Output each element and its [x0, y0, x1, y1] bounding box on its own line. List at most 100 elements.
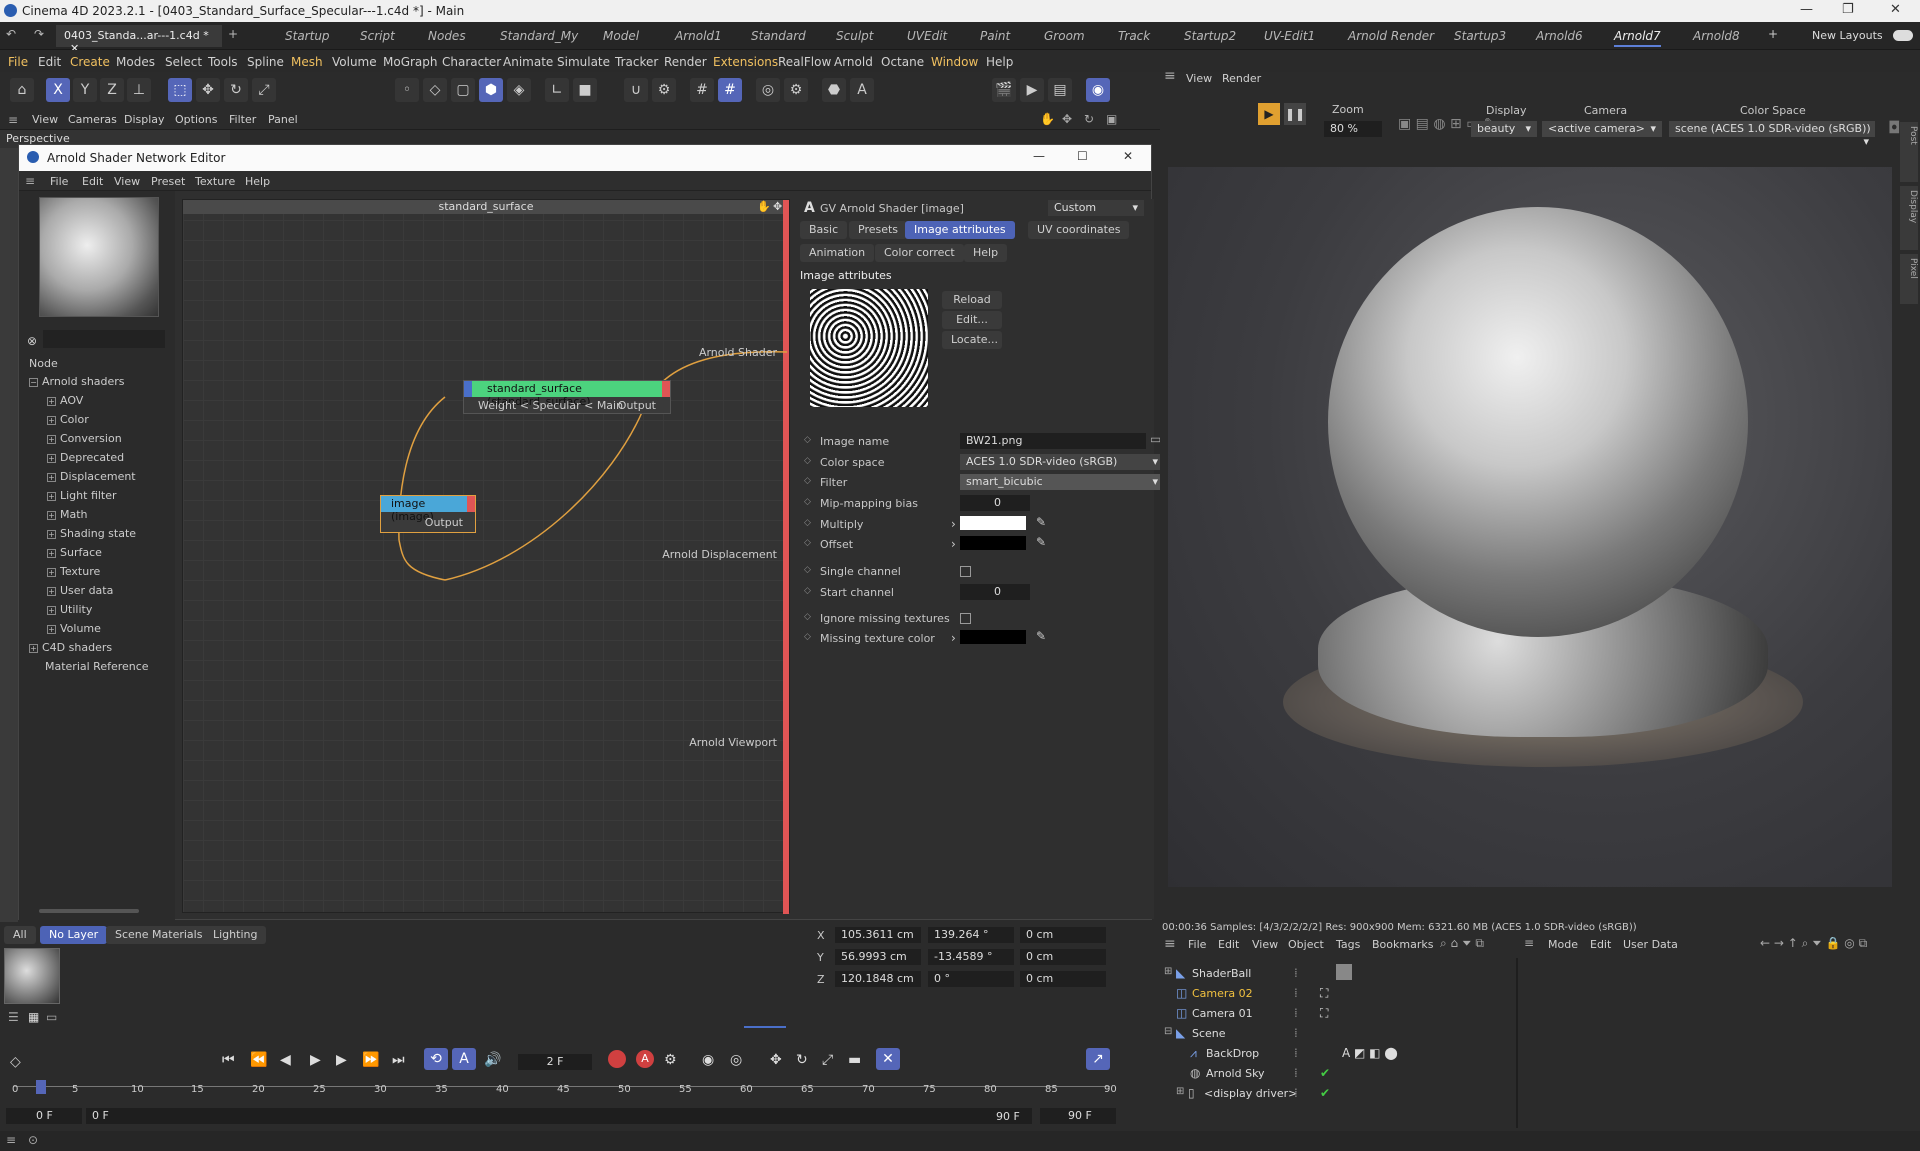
horizontal-scrollbar[interactable] — [39, 909, 139, 913]
layout-tab[interactable]: Arnold8 — [1693, 29, 1740, 43]
shader-ball-icon[interactable]: ⬣ — [822, 78, 846, 102]
zoom-field[interactable]: 80 % — [1324, 121, 1382, 137]
menu-mograph[interactable]: MoGraph — [383, 55, 438, 69]
scale-tool-icon[interactable]: ⤢ — [252, 78, 276, 102]
move-key-icon[interactable]: ✥ — [770, 1052, 782, 1068]
menu-mesh[interactable]: Mesh — [291, 55, 323, 69]
standard-surface-node[interactable]: standard_surface (standard_surface) Weig… — [463, 380, 671, 414]
uv-mode-icon[interactable]: ◈ — [507, 78, 531, 102]
hamburger-icon[interactable]: ≡ — [1164, 68, 1176, 84]
edges-mode-icon[interactable]: ◇ — [423, 78, 447, 102]
points-mode-icon[interactable]: ◦ — [395, 78, 419, 102]
tree-item[interactable]: + Displacement — [47, 470, 136, 483]
list-view-icon[interactable]: ☰ — [8, 1010, 19, 1024]
rotate-view-icon[interactable]: ↻ — [1084, 112, 1094, 126]
visibility-icon[interactable]: ⁞ — [1294, 1086, 1298, 1100]
arnold-icon[interactable]: A — [850, 78, 874, 102]
list-item[interactable]: ◍ Arnold Sky ⁞ ✔ — [1160, 1064, 1514, 1084]
vp-menu-filter[interactable]: Filter — [229, 113, 256, 126]
edit-button[interactable]: Edit... — [942, 311, 1002, 329]
home-icon[interactable]: ⌂ — [10, 78, 34, 102]
ase-close-icon[interactable]: ✕ — [1123, 149, 1133, 163]
menu-tracker[interactable]: Tracker — [615, 55, 658, 69]
side-tab-post[interactable]: Post — [1900, 122, 1918, 182]
target-tag-icon[interactable]: ⛶ — [1320, 986, 1328, 1001]
playhead[interactable] — [36, 1080, 46, 1094]
layer-tab-lighting[interactable]: Lighting — [204, 926, 267, 944]
hamburger-icon[interactable]: ≡ — [1164, 936, 1176, 952]
expand-icon[interactable]: › — [951, 517, 956, 531]
zoom-slider[interactable] — [744, 1026, 786, 1028]
layer-tab-scene-materials[interactable]: Scene Materials — [106, 926, 212, 944]
visibility-icon[interactable]: ⁞ — [1294, 1046, 1298, 1060]
layout-tab[interactable]: Nodes — [428, 29, 466, 43]
multiply-swatch[interactable] — [960, 516, 1026, 530]
tree-item[interactable]: + Light filter — [47, 489, 117, 502]
search-icon[interactable]: ⌕ ⌂ ⏷ ⧉ — [1440, 936, 1484, 951]
tab-uv-coordinates[interactable]: UV coordinates — [1028, 221, 1130, 239]
offset-swatch[interactable] — [960, 536, 1026, 550]
play-icon[interactable]: ▶ — [310, 1052, 321, 1068]
keyframe-icon[interactable]: ◇ — [804, 612, 811, 622]
pan-icon[interactable]: ✋ — [1040, 112, 1055, 126]
ase-menu-file[interactable]: File — [50, 175, 68, 188]
document-tab[interactable]: 0403_Standa...ar---1.c4d * ✕ — [56, 25, 222, 55]
layout-tab[interactable]: UV-Edit1 — [1264, 29, 1315, 43]
key-settings-icon[interactable]: ⚙ — [664, 1052, 677, 1068]
pla-key-icon[interactable]: ✕ — [876, 1048, 900, 1070]
keyframe-mode-icon[interactable]: ◇ — [10, 1054, 21, 1070]
attr-menu-edit[interactable]: Edit — [1590, 938, 1611, 951]
keyframe-icon[interactable]: ◇ — [804, 565, 811, 575]
play-render-icon[interactable]: ▶ — [1258, 103, 1280, 125]
menu-file[interactable]: File — [8, 55, 28, 69]
tree-item[interactable]: + Texture — [47, 565, 100, 578]
layout-tab[interactable]: Arnold6 — [1536, 29, 1583, 43]
vp-menu-view[interactable]: View — [32, 113, 58, 126]
menu-simulate[interactable]: Simulate — [557, 55, 610, 69]
layout-tab[interactable]: Model — [603, 29, 639, 43]
ase-menu-edit[interactable]: Edit — [82, 175, 103, 188]
tree-item[interactable]: + AOV — [47, 394, 83, 407]
layout-icon[interactable]: ▣ — [1106, 112, 1117, 126]
coord-size-x[interactable]: 0 cm — [1020, 927, 1106, 943]
visibility-icon[interactable]: ⁞ — [1294, 1026, 1298, 1040]
solo-icon[interactable]: ■ — [573, 78, 597, 102]
coord-position-x[interactable]: 105.3611 cm — [835, 927, 921, 943]
attr-menu-mode[interactable]: Mode — [1548, 938, 1578, 951]
tree-item[interactable]: + Surface — [47, 546, 102, 559]
ase-menu-view[interactable]: View — [114, 175, 140, 188]
coord-rotation-p[interactable]: -13.4589 ° — [928, 949, 1014, 965]
image-name-field[interactable]: BW21.png — [960, 433, 1146, 449]
layout-tab[interactable]: Startup3 — [1454, 29, 1506, 43]
prev-frame-icon[interactable]: ◀ — [280, 1052, 291, 1068]
layout-tab[interactable]: Startup2 — [1184, 29, 1236, 43]
layout-tab[interactable]: Paint — [980, 29, 1010, 43]
tab-color-correct[interactable]: Color correct — [875, 244, 964, 262]
ase-minimize-icon[interactable]: — — [1033, 149, 1045, 163]
hamburger-icon[interactable]: ≡ — [25, 174, 35, 188]
output-arnold-displacement[interactable]: Arnold Displacement — [662, 548, 777, 561]
visibility-icon[interactable]: ⁞ — [1294, 986, 1298, 1000]
tag-icons[interactable]: A ◩ ◧ ⬤ — [1342, 1046, 1398, 1060]
mip-field[interactable]: 0 — [960, 495, 1030, 511]
new-layouts-label[interactable]: New Layouts — [1812, 29, 1883, 42]
ipr-icon[interactable]: ◉ — [1086, 78, 1110, 102]
filter-dropdown[interactable]: smart_bicubic ▾ — [960, 474, 1164, 490]
reload-button[interactable]: Reload — [942, 291, 1002, 309]
eyedropper-icon[interactable]: ✎ — [1036, 515, 1046, 529]
grid-view-icon[interactable]: ▦ — [28, 1010, 39, 1024]
tree-item[interactable]: + Math — [47, 508, 88, 521]
output-arnold-viewport[interactable]: Arnold Viewport — [689, 736, 777, 749]
polygons-mode-icon[interactable]: ▢ — [451, 78, 475, 102]
snap-settings-icon[interactable]: ⚙ — [652, 78, 676, 102]
menu-edit[interactable]: Edit — [38, 55, 61, 69]
coord-position-z[interactable]: 120.1848 cm — [835, 971, 921, 987]
scale-key-icon[interactable]: ⤢ — [822, 1052, 833, 1068]
menu-octane[interactable]: Octane — [881, 55, 924, 69]
add-tab-icon[interactable]: + — [228, 27, 238, 41]
sound-icon[interactable]: 🔊 — [484, 1052, 501, 1068]
move-view-icon[interactable]: ✥ — [1062, 112, 1072, 126]
go-start-icon[interactable]: ⏮ — [222, 1052, 235, 1068]
visibility-icon[interactable]: ⁞ — [1294, 1006, 1298, 1020]
visibility-icon[interactable]: ⁞ — [1294, 1066, 1298, 1080]
